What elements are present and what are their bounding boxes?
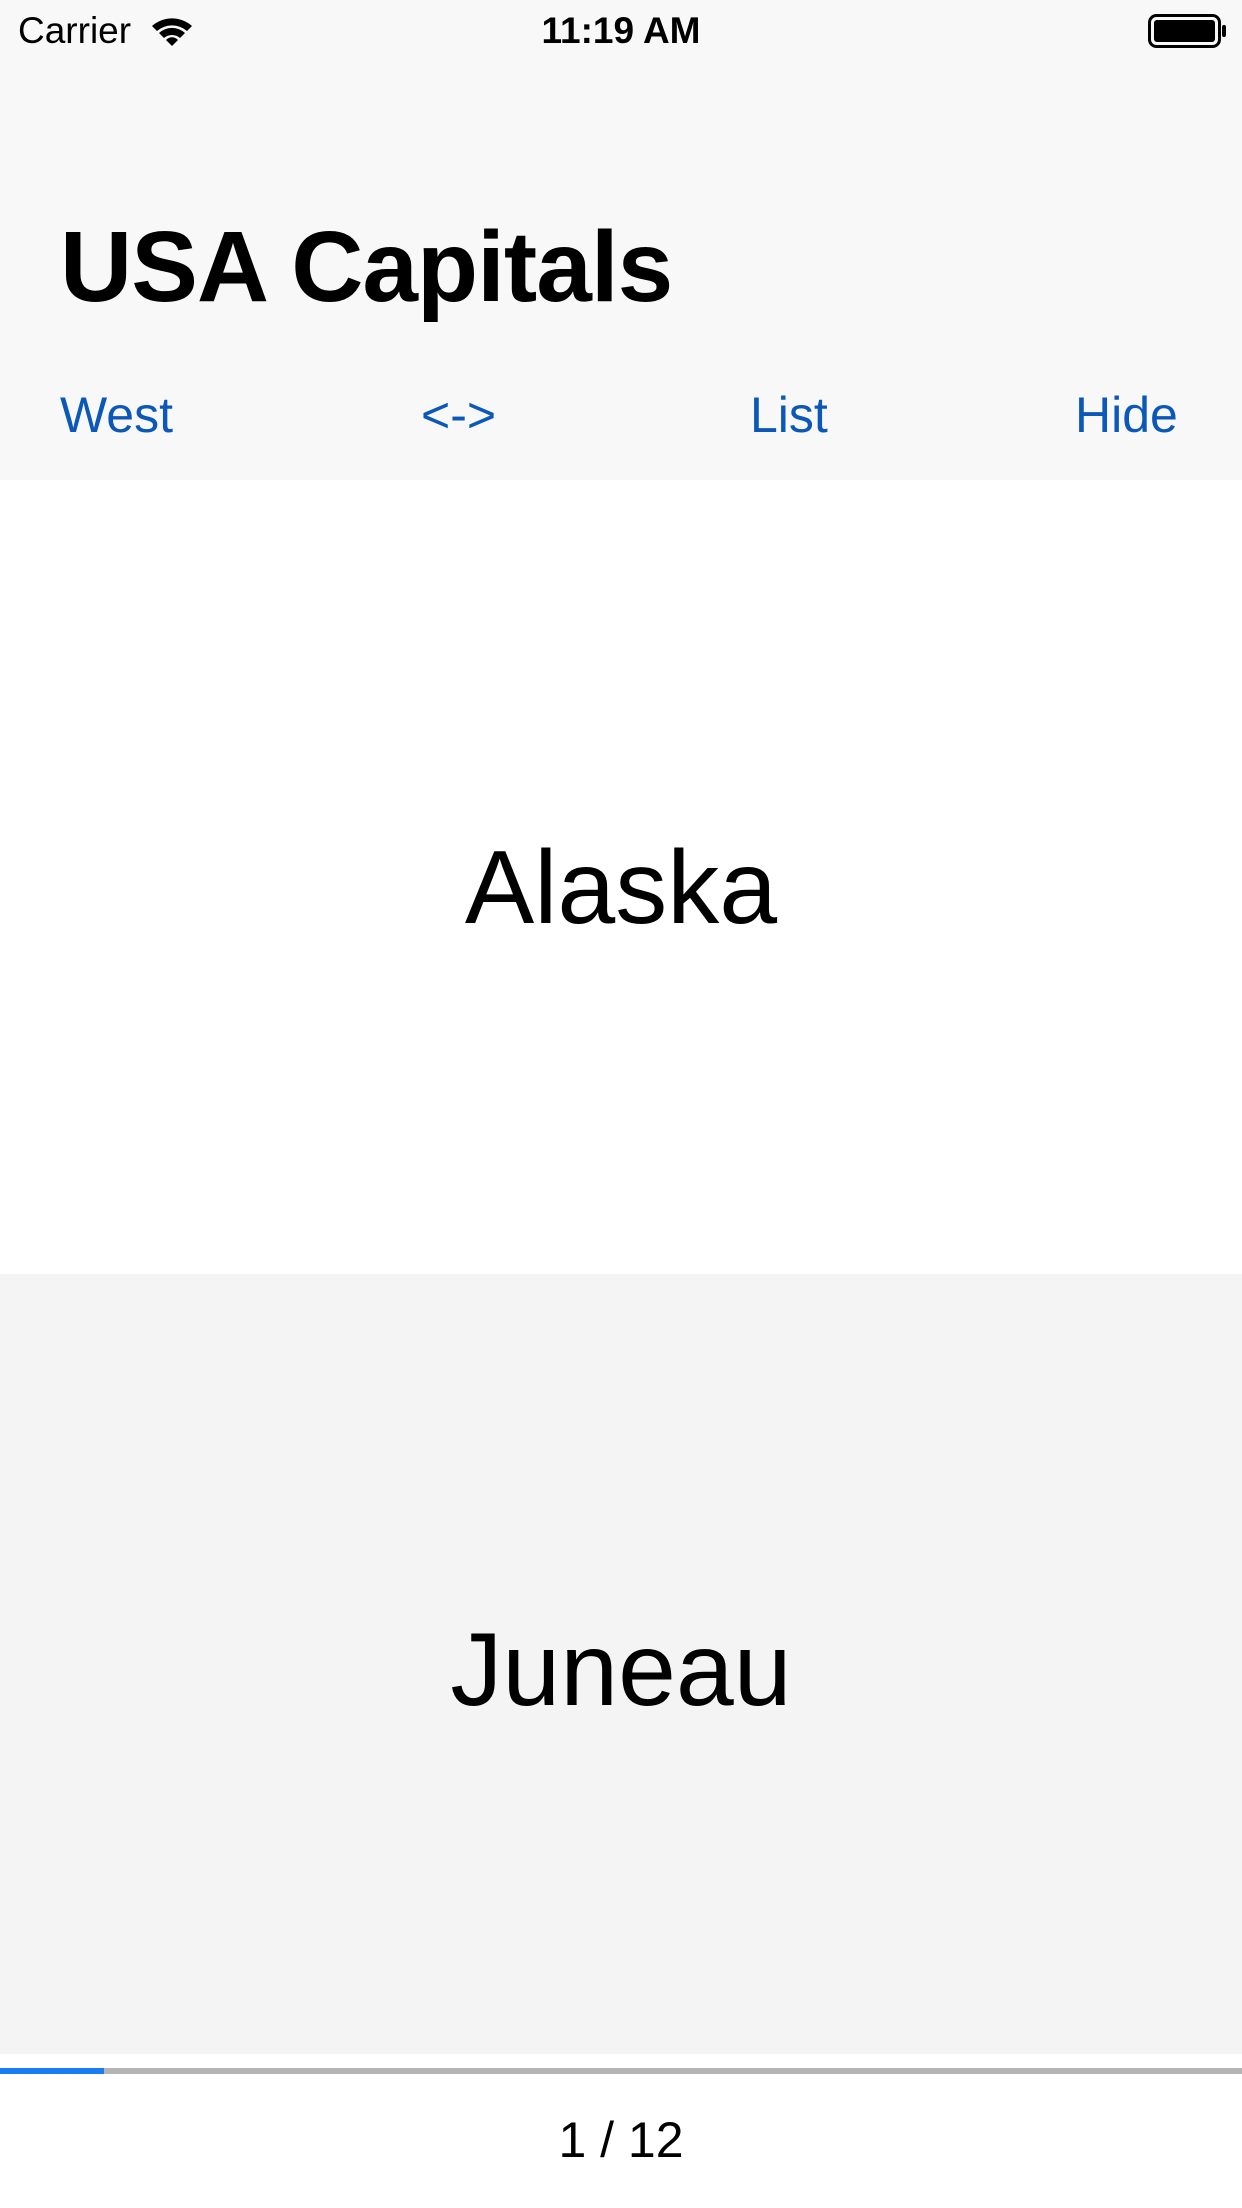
list-button[interactable]: List	[750, 380, 828, 450]
navigation-bar: Carrier 11:19 AM USA Capitals West <-> L…	[0, 0, 1242, 480]
flashcard-answer[interactable]: Juneau	[0, 1274, 1242, 2054]
toolbar: West <-> List Hide	[0, 380, 1242, 450]
page-counter: 1 / 12	[558, 2112, 684, 2168]
progress-bar	[0, 2068, 1242, 2074]
question-text: Alaska	[464, 830, 778, 946]
answer-text: Juneau	[450, 1612, 792, 1728]
swap-button[interactable]: <->	[421, 380, 496, 450]
flashcard-question[interactable]: Alaska	[0, 480, 1242, 1274]
battery-icon	[1148, 14, 1226, 48]
hide-button[interactable]: Hide	[1075, 380, 1178, 450]
app-screen: Carrier 11:19 AM USA Capitals West <-> L…	[0, 0, 1242, 2208]
progress-fill	[0, 2068, 104, 2074]
status-time: 11:19 AM	[541, 10, 701, 51]
page-title: USA Capitals	[60, 211, 673, 323]
west-button[interactable]: West	[60, 380, 173, 450]
